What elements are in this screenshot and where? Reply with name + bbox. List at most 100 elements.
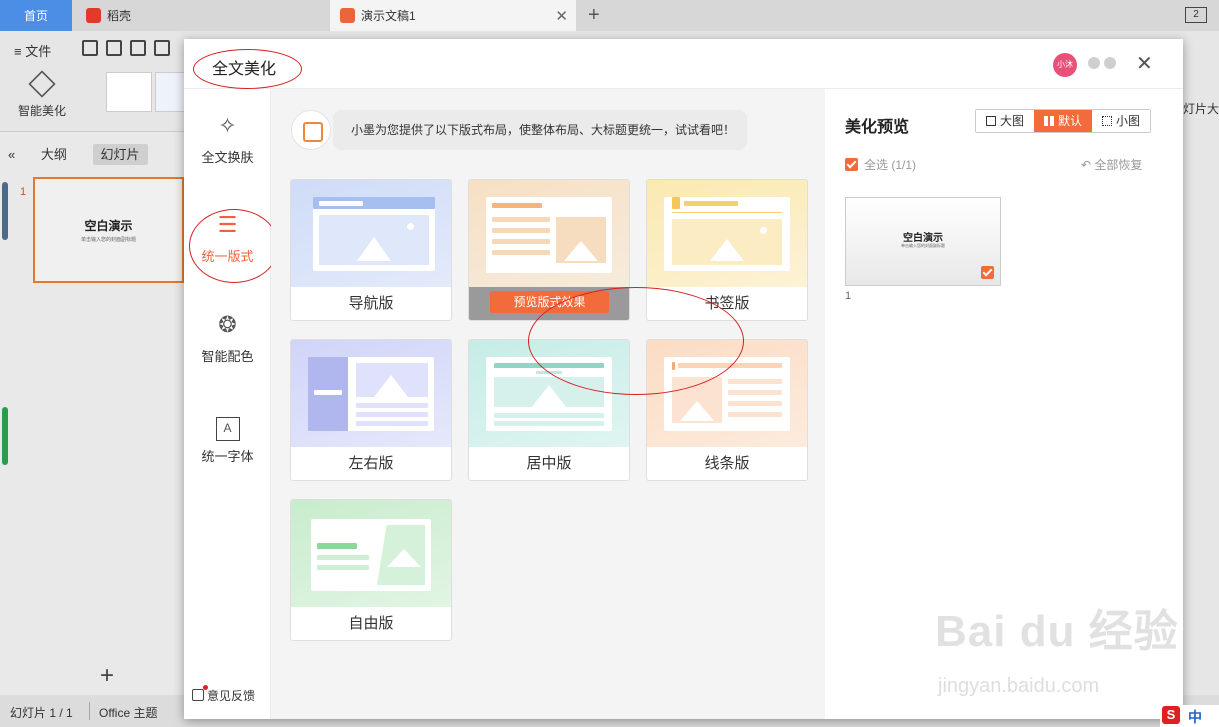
preview-slide-subtitle: 单击输入您的封面副标题 bbox=[901, 243, 945, 248]
layout-preview bbox=[291, 340, 451, 447]
layout-bar bbox=[356, 412, 428, 417]
feedback-icon bbox=[192, 685, 208, 701]
layout-card-label: 左右版 bbox=[348, 455, 394, 472]
annotation-circle bbox=[193, 49, 302, 89]
new-tab-button[interactable]: + bbox=[588, 4, 600, 27]
restore-all-button[interactable]: ↶ 全部恢复 bbox=[1081, 156, 1142, 173]
layout-bar bbox=[728, 412, 782, 417]
layout-frame bbox=[664, 197, 790, 271]
image-placeholder-icon bbox=[319, 215, 429, 265]
save-icon[interactable] bbox=[82, 40, 98, 56]
nav-unified-font[interactable]: A 统一字体 bbox=[184, 410, 271, 465]
nav-skin-change[interactable]: ✧ 全文换肤 bbox=[184, 111, 271, 166]
layout-gallery: 小墨为您提供了以下版式布局，使整体布局、大标题更统一，试试看吧！ 导航版 预览版… bbox=[271, 89, 825, 719]
level-badge-icon bbox=[1104, 57, 1116, 69]
tab-daoke[interactable]: 稻壳 bbox=[76, 0, 256, 31]
layout-card-left-right[interactable]: 左右版 bbox=[290, 339, 452, 481]
daoke-logo-icon bbox=[86, 8, 101, 23]
size-small-button[interactable]: 小图 bbox=[1092, 110, 1151, 132]
layout-bar bbox=[492, 239, 550, 244]
theme-name[interactable]: Office 主题 bbox=[99, 704, 157, 721]
checkbox-checked-icon[interactable] bbox=[981, 266, 994, 279]
dialog-header: 全文美化 小沐 ✕ bbox=[184, 39, 1183, 89]
layout-bar bbox=[356, 403, 428, 408]
layout-preview bbox=[647, 180, 807, 287]
assistant-robot-icon bbox=[291, 110, 331, 150]
layout-preview bbox=[291, 180, 451, 287]
ime-indicator[interactable]: S 中 bbox=[1160, 705, 1219, 727]
layout-card-label: 线条版 bbox=[704, 455, 750, 472]
annotation-circle bbox=[189, 209, 279, 283]
layout-bar bbox=[684, 201, 738, 206]
select-all-checkbox[interactable]: 全选 (1/1) bbox=[845, 156, 916, 173]
layout-bar bbox=[728, 390, 782, 395]
grid-small-icon bbox=[1102, 116, 1113, 126]
tab-daoke-label: 稻壳 bbox=[107, 9, 132, 23]
layout-frame bbox=[311, 519, 431, 591]
template-thumbnail[interactable] bbox=[106, 72, 152, 112]
tab-outline[interactable]: 大纲 bbox=[41, 147, 67, 162]
layout-preview bbox=[469, 180, 629, 287]
slide-number: 1 bbox=[20, 186, 27, 198]
layout-bar bbox=[317, 543, 357, 549]
size-label: 默认 bbox=[1058, 114, 1083, 128]
scroll-marker bbox=[2, 182, 8, 240]
image-placeholder-icon bbox=[672, 219, 782, 265]
magic-wand-icon: ✧ bbox=[218, 113, 237, 138]
nav-smart-color[interactable]: ❂ 智能配色 bbox=[184, 310, 271, 365]
tab-close-icon[interactable]: ✕ bbox=[555, 7, 568, 25]
layout-frame bbox=[308, 357, 434, 431]
collapse-panel-button[interactable]: « bbox=[8, 147, 15, 162]
mountain-shape bbox=[564, 241, 598, 261]
view-tabs: « 大纲 幻灯片 bbox=[8, 144, 170, 165]
layout-card-free[interactable]: 自由版 bbox=[290, 499, 452, 641]
image-icon bbox=[986, 116, 996, 126]
tab-slides[interactable]: 幻灯片 bbox=[92, 144, 148, 165]
select-all-label: 全选 (1/1) bbox=[864, 158, 917, 172]
grid-icon bbox=[1044, 116, 1055, 126]
mountain-shape bbox=[680, 401, 714, 421]
print-icon[interactable] bbox=[130, 40, 146, 56]
divider bbox=[89, 702, 90, 720]
slide-size-label[interactable]: 灯片大小 bbox=[1183, 100, 1219, 117]
layout-frame bbox=[486, 197, 612, 273]
image-placeholder-icon bbox=[556, 217, 606, 263]
window-count-button[interactable]: 2 bbox=[1185, 7, 1207, 23]
tab-document[interactable]: 演示文稿1 ✕ bbox=[330, 0, 576, 31]
annotation-circle bbox=[528, 287, 744, 395]
feedback-label: 意见反馈 bbox=[207, 689, 256, 703]
image-placeholder-icon bbox=[377, 525, 425, 585]
size-large-button[interactable]: 大图 bbox=[976, 110, 1035, 132]
preview-slide-number: 1 bbox=[845, 290, 852, 302]
slide-subtitle: 单击输入您的封面副标题 bbox=[80, 237, 136, 243]
image-placeholder-icon bbox=[356, 363, 428, 397]
slide-thumbnail[interactable]: 空白演示 单击输入您的封面副标题 bbox=[33, 177, 184, 283]
layout-bar bbox=[492, 228, 550, 233]
layout-frame bbox=[313, 197, 435, 271]
size-label: 小图 bbox=[1116, 114, 1141, 128]
nav-label: 统一字体 bbox=[201, 449, 254, 464]
export-icon[interactable] bbox=[106, 40, 122, 56]
smart-beautify-button[interactable]: 智能美化 bbox=[10, 70, 74, 119]
close-icon[interactable]: ✕ bbox=[1136, 51, 1153, 76]
file-menu[interactable]: ≡ 文件 bbox=[14, 41, 51, 60]
tab-home[interactable]: 首页 bbox=[0, 0, 72, 31]
layout-card-label: 导航版 bbox=[348, 295, 394, 312]
undo-icon: ↶ bbox=[1081, 158, 1095, 172]
layout-card-navigation[interactable]: 导航版 bbox=[290, 179, 452, 321]
avatar[interactable]: 小沐 bbox=[1053, 53, 1077, 77]
beautify-nav: ✧ 全文换肤 ☰ 统一版式 ❂ 智能配色 A 统一字体 意见反馈 bbox=[184, 89, 279, 719]
layout-bar bbox=[494, 421, 604, 426]
add-slide-button[interactable]: + bbox=[100, 662, 114, 690]
feedback-link[interactable]: 意见反馈 bbox=[192, 685, 256, 704]
restore-all-label: 全部恢复 bbox=[1094, 158, 1143, 172]
layout-bar bbox=[492, 250, 550, 255]
baidu-watermark: Bai du 经验 bbox=[935, 607, 1179, 656]
preview-icon[interactable] bbox=[154, 40, 170, 56]
layout-preview bbox=[291, 500, 451, 607]
mountain-shape bbox=[357, 237, 391, 261]
preview-slide-thumbnail[interactable]: 空白演示 单击输入您的封面副标题 bbox=[845, 197, 1001, 286]
size-default-button[interactable]: 默认 bbox=[1034, 110, 1093, 132]
member-badge-icon bbox=[1088, 57, 1100, 69]
right-toolbar: 灯片大小 bbox=[1183, 66, 1219, 695]
